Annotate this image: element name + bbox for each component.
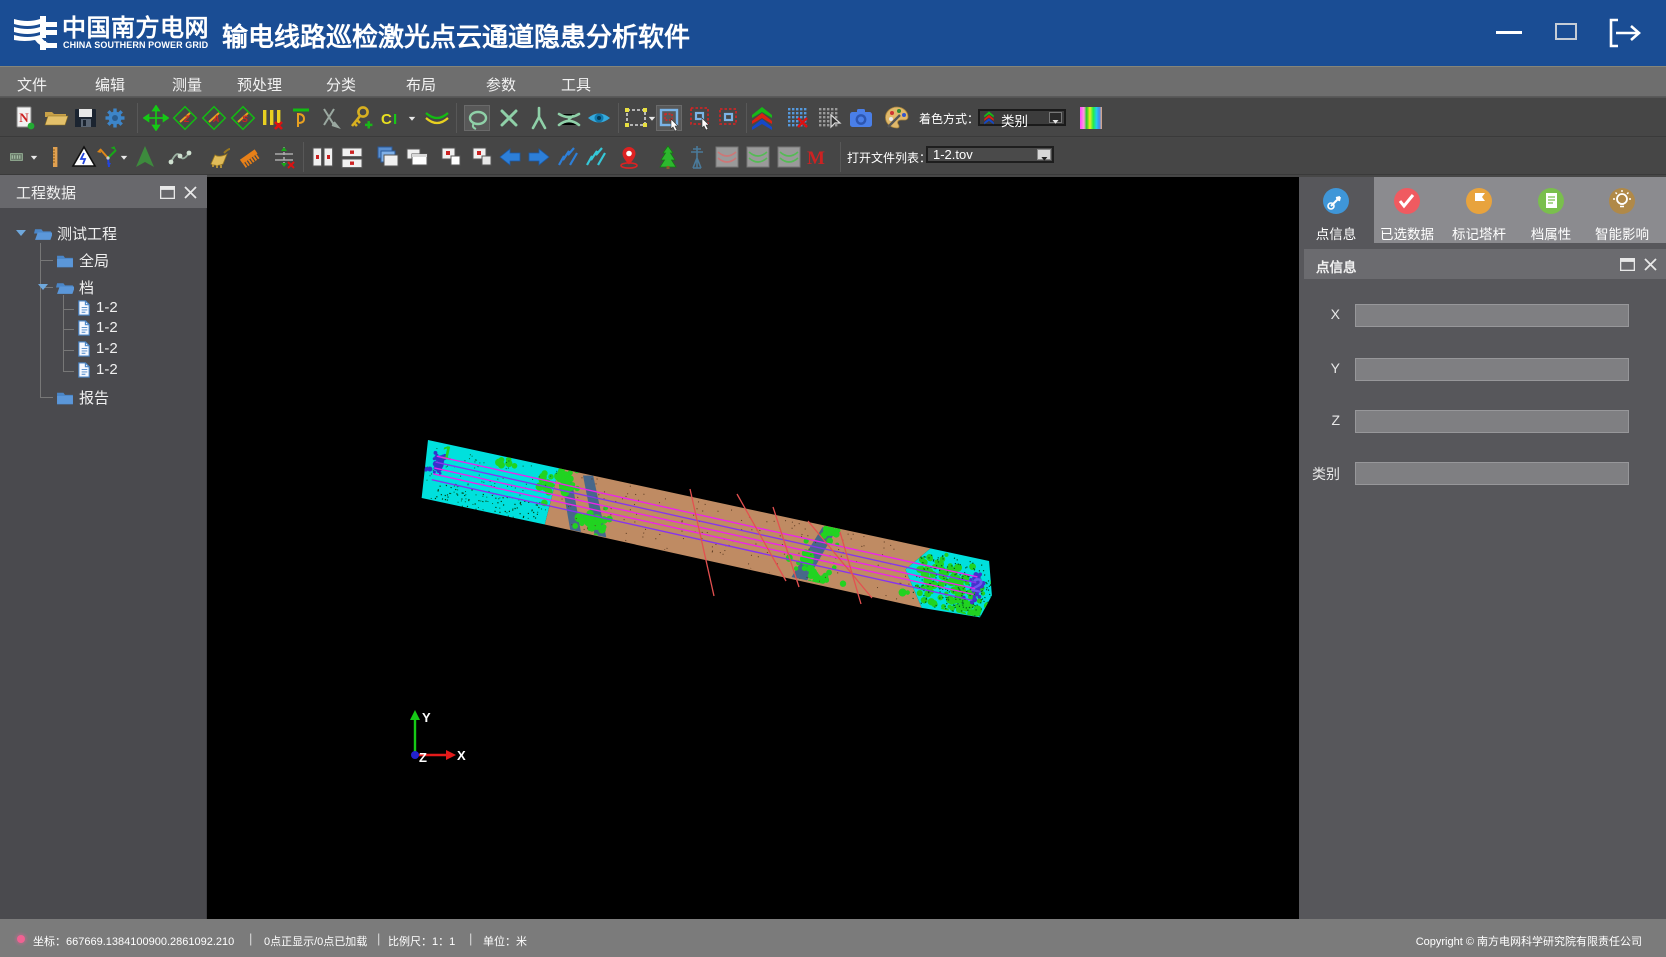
svg-text:Z: Z	[419, 750, 427, 765]
svg-text:Y: Y	[422, 710, 431, 725]
svg-text:X: X	[457, 748, 466, 763]
svg-text:I: I	[393, 111, 397, 128]
svg-text:S: S	[242, 114, 248, 124]
svg-text:M: M	[807, 148, 825, 169]
svg-text:N: N	[19, 110, 29, 125]
svg-text:A: A	[212, 114, 220, 124]
svg-text:C: C	[381, 111, 392, 128]
svg-text:Z: Z	[183, 114, 190, 124]
